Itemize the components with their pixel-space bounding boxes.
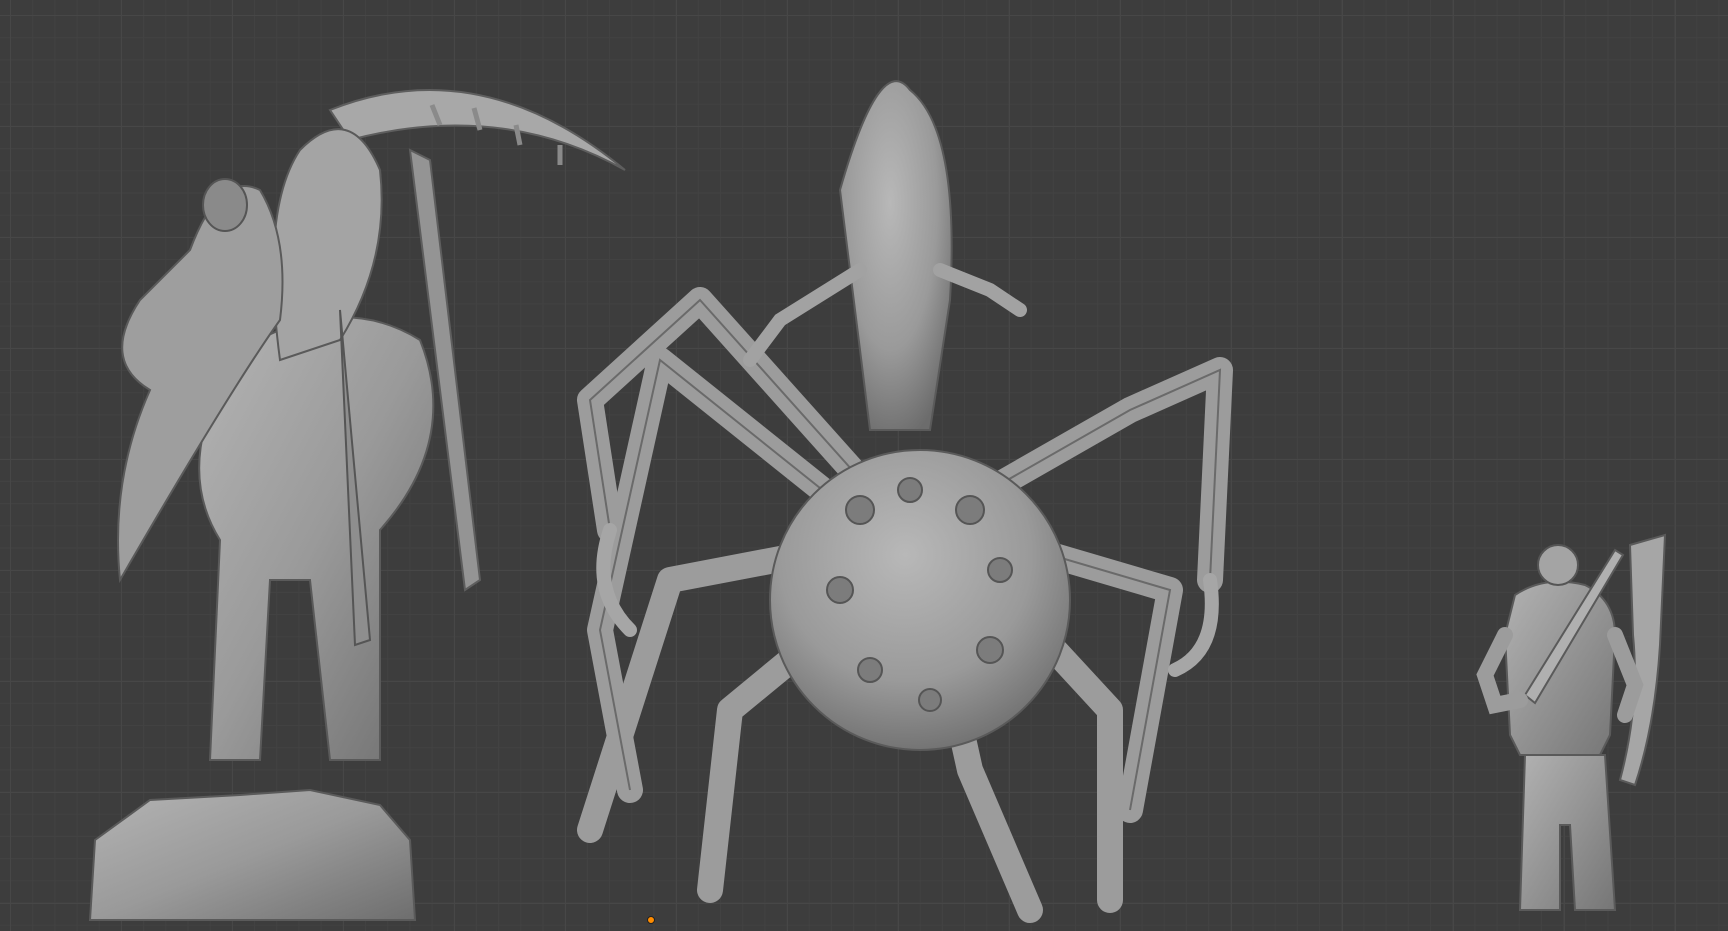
soldier-body	[1503, 580, 1617, 756]
origin-point-icon[interactable]	[647, 916, 655, 924]
rock-base	[88, 788, 417, 921]
spider-sculpt[interactable]	[570, 70, 1310, 925]
3d-viewport[interactable]	[0, 0, 1728, 931]
spider-torso	[838, 80, 953, 431]
reaper-sculpt[interactable]	[80, 60, 640, 925]
soldier-sculpt[interactable]	[1465, 525, 1690, 925]
